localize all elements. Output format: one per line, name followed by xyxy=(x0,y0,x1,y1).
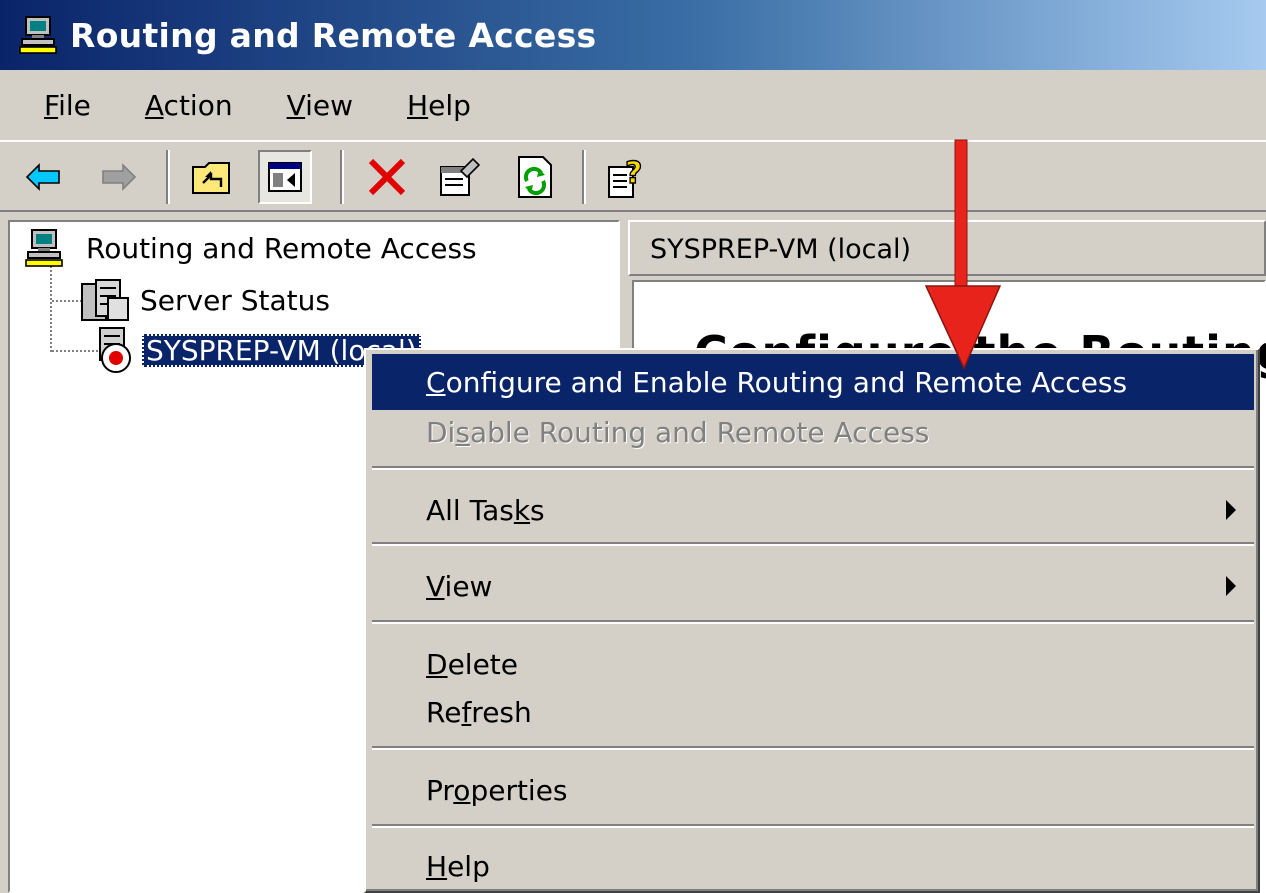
menu-file[interactable]: File xyxy=(44,89,91,122)
label-part: iew xyxy=(444,569,493,603)
forward-icon xyxy=(102,163,137,191)
delete-icon xyxy=(368,158,406,196)
label-mnemonic: D xyxy=(426,647,448,681)
menu-item-refresh[interactable]: Refresh xyxy=(372,684,1254,740)
label-mnemonic: V xyxy=(426,569,445,603)
menu-bar: File Action View Help xyxy=(0,70,1266,140)
refresh-button[interactable] xyxy=(508,150,562,204)
menu-item-configure-enable[interactable]: Configure and Enable Routing and Remote … xyxy=(372,354,1254,410)
menu-item-label: Disable Routing and Remote Access xyxy=(426,416,929,449)
menu-action-label: ction xyxy=(163,88,233,122)
label-mnemonic: k xyxy=(513,493,531,527)
properties-button[interactable] xyxy=(432,150,486,204)
context-menu: Configure and Enable Routing and Remote … xyxy=(364,348,1260,893)
title-bar[interactable]: Routing and Remote Access xyxy=(0,0,1266,70)
label-part: elp xyxy=(447,849,490,883)
label-part: onfigure and Enable Routing and Remote A… xyxy=(445,365,1128,399)
rras-computer-icon xyxy=(19,16,57,54)
show-hide-console-tree-button[interactable] xyxy=(258,150,312,204)
toolbar-separator xyxy=(340,150,344,204)
svg-text:?: ? xyxy=(625,156,642,191)
show-hide-tree-icon xyxy=(268,162,302,192)
window-title: Routing and Remote Access xyxy=(70,15,597,55)
label-part: Di xyxy=(426,415,456,449)
menu-item-label: Properties xyxy=(426,774,568,807)
menu-item-label: Delete xyxy=(426,648,518,681)
tree-item-root[interactable]: Routing and Remote Access xyxy=(24,228,481,268)
menu-separator xyxy=(372,746,1254,750)
submenu-arrow-icon xyxy=(1226,576,1236,596)
menu-action[interactable]: Action xyxy=(145,89,233,122)
menu-item-label: All Tasks xyxy=(426,494,545,527)
up-folder-icon xyxy=(192,162,230,194)
menu-view-label: iew xyxy=(305,88,354,122)
menu-item-label: Refresh xyxy=(426,696,532,729)
toolbar-separator xyxy=(166,150,170,204)
menu-help-label: elp xyxy=(428,88,471,122)
up-one-level-button[interactable] xyxy=(184,150,238,204)
back-button[interactable] xyxy=(16,150,70,204)
rras-computer-icon xyxy=(25,229,63,267)
menu-help[interactable]: Help xyxy=(407,89,471,122)
toolbar: ? xyxy=(0,140,1266,212)
help-button[interactable]: ? xyxy=(600,150,654,204)
server-status-icon xyxy=(81,279,129,321)
tree-item-label: Routing and Remote Access xyxy=(86,231,477,265)
menu-separator xyxy=(372,542,1254,546)
menu-separator xyxy=(372,620,1254,624)
tree-connector xyxy=(50,266,52,352)
back-icon xyxy=(25,163,60,191)
tree-item-server-status[interactable]: Server Status xyxy=(80,278,334,322)
label-part: resh xyxy=(471,695,532,729)
menu-item-view[interactable]: View xyxy=(372,558,1254,614)
submenu-arrow-icon xyxy=(1226,500,1236,520)
label-mnemonic: o xyxy=(453,773,471,807)
menu-item-all-tasks[interactable]: All Tasks xyxy=(372,482,1254,538)
menu-item-properties[interactable]: Properties xyxy=(372,762,1254,818)
menu-view[interactable]: View xyxy=(287,89,353,122)
menu-help-mnemonic: H xyxy=(407,88,429,122)
menu-action-mnemonic: A xyxy=(144,88,164,122)
refresh-icon xyxy=(518,156,552,198)
label-mnemonic: f xyxy=(461,695,472,729)
label-part: Pr xyxy=(426,773,454,807)
menu-file-label: ile xyxy=(58,88,91,122)
menu-item-disable[interactable]: Disable Routing and Remote Access xyxy=(372,404,1254,460)
menu-file-mnemonic: F xyxy=(44,88,59,122)
annotation-arrow-icon xyxy=(924,139,1002,370)
forward-button[interactable] xyxy=(92,150,146,204)
toolbar-separator xyxy=(582,150,586,204)
label-mnemonic: s xyxy=(455,415,470,449)
delete-button[interactable] xyxy=(360,150,414,204)
properties-icon xyxy=(440,157,481,196)
label-mnemonic: H xyxy=(426,849,448,883)
label-part: s xyxy=(530,493,545,527)
menu-item-label: Configure and Enable Routing and Remote … xyxy=(426,366,1127,399)
menu-item-help[interactable]: Help xyxy=(372,838,1254,893)
menu-item-label: Help xyxy=(426,850,490,883)
label-part: All Tas xyxy=(426,493,514,527)
label-part: able Routing and Remote Access xyxy=(469,415,930,449)
server-stopped-icon xyxy=(99,327,131,373)
tree-connector xyxy=(52,350,98,352)
label-part: Re xyxy=(426,695,462,729)
menu-separator xyxy=(372,824,1254,828)
label-part: perties xyxy=(470,773,568,807)
menu-separator xyxy=(372,466,1254,470)
menu-view-mnemonic: V xyxy=(286,88,306,122)
menu-item-label: View xyxy=(426,570,492,603)
label-part: elete xyxy=(447,647,518,681)
help-icon: ? xyxy=(608,155,643,198)
tree-item-label: Server Status xyxy=(140,283,330,317)
label-mnemonic: C xyxy=(426,365,446,399)
